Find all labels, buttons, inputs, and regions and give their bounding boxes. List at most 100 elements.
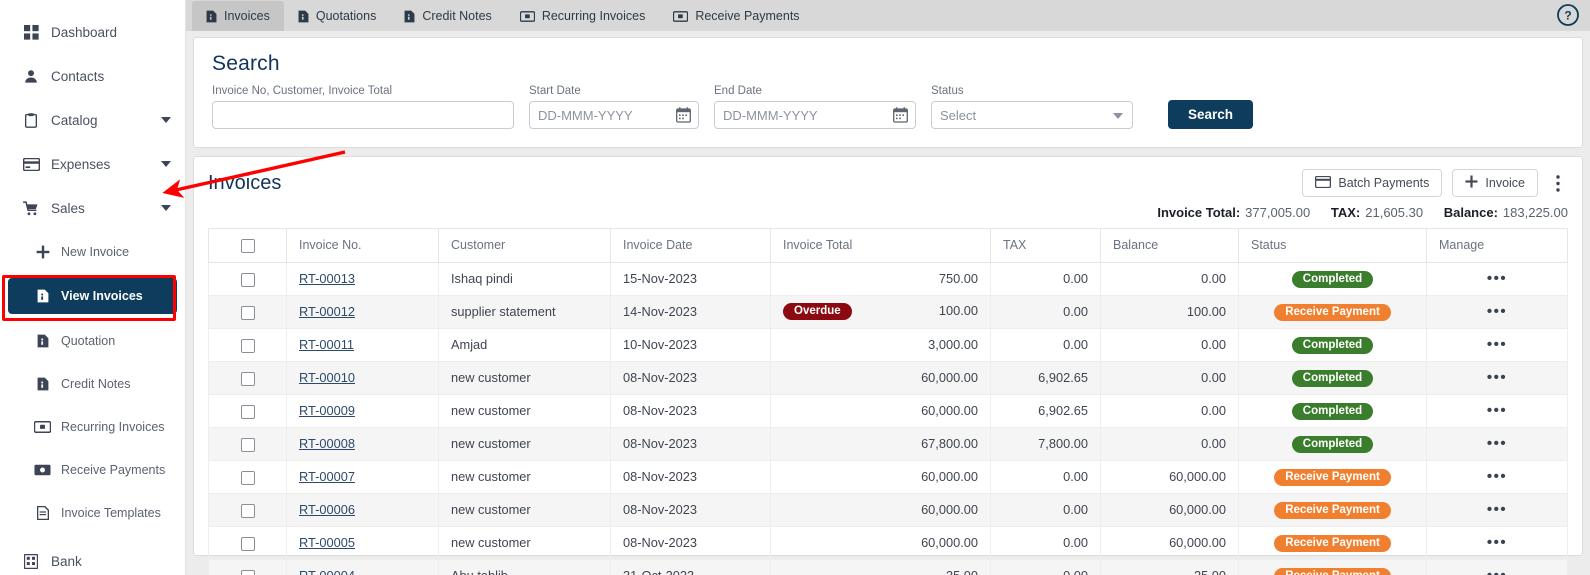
search-button[interactable]: Search <box>1168 100 1254 129</box>
tab-quotations[interactable]: Quotations <box>284 1 390 31</box>
row-checkbox[interactable] <box>240 371 255 386</box>
tab-credit-notes[interactable]: Credit Notes <box>390 1 505 31</box>
row-actions-icon[interactable]: ••• <box>1487 402 1507 419</box>
tab-invoices[interactable]: Invoices <box>192 1 284 31</box>
row-actions-icon[interactable]: ••• <box>1487 336 1507 353</box>
row-actions-icon[interactable]: ••• <box>1487 567 1507 575</box>
calendar-icon[interactable] <box>893 107 908 126</box>
table-row[interactable]: RT-00005 new customer 08-Nov-2023 60,000.00… <box>208 525 1568 560</box>
balance-label: Balance: <box>1443 205 1498 220</box>
invoice-no-link[interactable]: RT-00005 <box>299 535 355 550</box>
calendar-icon[interactable] <box>676 107 691 126</box>
table-row[interactable]: RT-00012 supplier statement 14-Nov-2023 Ove… <box>208 294 1568 329</box>
new-invoice-button[interactable]: Invoice <box>1452 169 1538 197</box>
row-checkbox[interactable] <box>240 569 255 575</box>
invoice-no-link[interactable]: RT-00004 <box>299 568 355 575</box>
column-customer[interactable]: Customer <box>438 228 611 263</box>
chevron-down-icon[interactable] <box>161 205 171 211</box>
sidebar-item-catalog[interactable]: Catalog <box>0 98 185 142</box>
column-invoice-date[interactable]: Invoice Date <box>610 228 771 263</box>
sidebar-item-dashboard[interactable]: Dashboard <box>0 10 185 54</box>
table-row[interactable]: RT-00008 new customer 08-Nov-2023 67,800.00… <box>208 426 1568 461</box>
invoice-no-link[interactable]: RT-00006 <box>299 502 355 517</box>
table-row[interactable]: RT-00011 Amjad 10-Nov-2023 3,000.00 0.00 0.00… <box>208 327 1568 362</box>
column-status[interactable]: Status <box>1238 228 1427 263</box>
tab-receive-payments[interactable]: Receive Payments <box>659 1 813 31</box>
tab-recurring-invoices[interactable]: Recurring Invoices <box>506 1 660 31</box>
row-checkbox[interactable] <box>240 338 255 353</box>
column-invoice-no[interactable]: Invoice No. <box>286 228 439 263</box>
more-options-icon[interactable] <box>1548 171 1568 195</box>
end-date-input[interactable]: DD-MMM-YYYY <box>714 101 916 129</box>
table-row[interactable]: RT-00006 new customer 08-Nov-2023 60,000.00… <box>208 492 1568 527</box>
invoice-no-link[interactable]: RT-00012 <box>299 304 355 319</box>
search-keyword-input[interactable] <box>212 101 514 129</box>
invoice-no-link[interactable]: RT-00009 <box>299 403 355 418</box>
status-badge[interactable]: Completed <box>1291 336 1374 354</box>
invoice-no-link[interactable]: RT-00010 <box>299 370 355 385</box>
batch-payments-button[interactable]: Batch Payments <box>1302 169 1443 197</box>
sidebar-item-expenses[interactable]: Expenses <box>0 142 185 186</box>
row-checkbox[interactable] <box>240 503 255 518</box>
table-row[interactable]: RT-00013 Ishaq pindi 15-Nov-2023 750.00 0.00… <box>208 261 1568 296</box>
row-checkbox[interactable] <box>240 470 255 485</box>
row-actions-icon[interactable]: ••• <box>1487 435 1507 452</box>
column-tax[interactable]: TAX <box>990 228 1101 263</box>
row-actions-icon[interactable]: ••• <box>1487 468 1507 485</box>
table-row[interactable]: RT-00009 new customer 08-Nov-2023 60,000.00… <box>208 393 1568 428</box>
column-manage[interactable]: Manage <box>1426 228 1568 263</box>
column-invoice-total[interactable]: Invoice Total <box>770 228 991 263</box>
sidebar-item-contacts[interactable]: Contacts <box>0 54 185 98</box>
sidebar-item-invoice-templates[interactable]: Invoice Templates <box>0 491 185 534</box>
chevron-down-icon[interactable] <box>1113 113 1123 119</box>
column-balance[interactable]: Balance <box>1100 228 1239 263</box>
row-checkbox[interactable] <box>240 404 255 419</box>
invoice-total-value: 60,000.00 <box>921 370 978 386</box>
row-actions-icon[interactable]: ••• <box>1487 303 1507 320</box>
row-actions-icon[interactable]: ••• <box>1487 501 1507 518</box>
invoices-actions: Batch Payments Invoice <box>1302 169 1568 197</box>
cell-tax: 7,800.00 <box>990 426 1101 461</box>
row-checkbox[interactable] <box>240 536 255 551</box>
table-row[interactable]: RT-00010 new customer 08-Nov-2023 60,000.00… <box>208 360 1568 395</box>
row-actions-icon[interactable]: ••• <box>1487 270 1507 287</box>
status-badge[interactable]: Receive Payment <box>1274 501 1391 519</box>
status-badge[interactable]: Completed <box>1291 369 1374 387</box>
cell-manage: ••• <box>1426 294 1568 329</box>
status-badge[interactable]: Completed <box>1291 402 1374 420</box>
invoice-no-link[interactable]: RT-00013 <box>299 271 355 286</box>
invoice-total-value: 100.00 <box>938 303 978 319</box>
row-select-cell <box>208 393 287 428</box>
row-checkbox[interactable] <box>240 272 255 287</box>
status-badge[interactable]: Receive Payment <box>1274 567 1391 575</box>
status-badge[interactable]: Completed <box>1291 435 1374 453</box>
sidebar-item-quotation[interactable]: Quotation <box>0 319 185 362</box>
row-checkbox[interactable] <box>240 305 255 320</box>
status-select[interactable]: Select <box>931 101 1133 129</box>
status-badge[interactable]: Receive Payment <box>1274 468 1391 486</box>
sidebar-item-receive-payments[interactable]: Receive Payments <box>0 448 185 491</box>
table-row[interactable]: RT-00004 Abu tablib31-Oct-2023 35.00 0.0025… <box>208 558 1568 575</box>
chevron-down-icon[interactable] <box>161 117 171 123</box>
start-date-input[interactable]: DD-MMM-YYYY <box>529 101 699 129</box>
sidebar-item-new-invoice[interactable]: New Invoice <box>0 230 185 273</box>
select-all-checkbox[interactable] <box>240 238 255 253</box>
invoice-no-link[interactable]: RT-00007 <box>299 469 355 484</box>
row-actions-icon[interactable]: ••• <box>1487 369 1507 386</box>
cell-tax: 0.00 <box>990 294 1101 329</box>
sidebar-item-view-invoices[interactable]: View Invoices <box>8 278 177 314</box>
sidebar-item-credit-notes[interactable]: Credit Notes <box>0 362 185 405</box>
row-checkbox[interactable] <box>240 437 255 452</box>
chevron-down-icon[interactable] <box>161 161 171 167</box>
invoice-no-link[interactable]: RT-00008 <box>299 436 355 451</box>
sidebar-item-sales[interactable]: Sales <box>0 186 185 230</box>
status-badge[interactable]: Receive Payment <box>1274 534 1391 552</box>
sidebar-item-bank[interactable]: Bank <box>0 539 185 575</box>
sidebar-item-recurring-invoices[interactable]: Recurring Invoices <box>0 405 185 448</box>
status-badge[interactable]: Receive Payment <box>1274 303 1391 321</box>
invoice-no-link[interactable]: RT-00011 <box>299 337 354 352</box>
help-icon[interactable]: ? <box>1556 3 1580 27</box>
table-row[interactable]: RT-00007 new customer 08-Nov-2023 60,000.00… <box>208 459 1568 494</box>
status-badge[interactable]: Completed <box>1291 270 1374 288</box>
row-actions-icon[interactable]: ••• <box>1487 534 1507 551</box>
